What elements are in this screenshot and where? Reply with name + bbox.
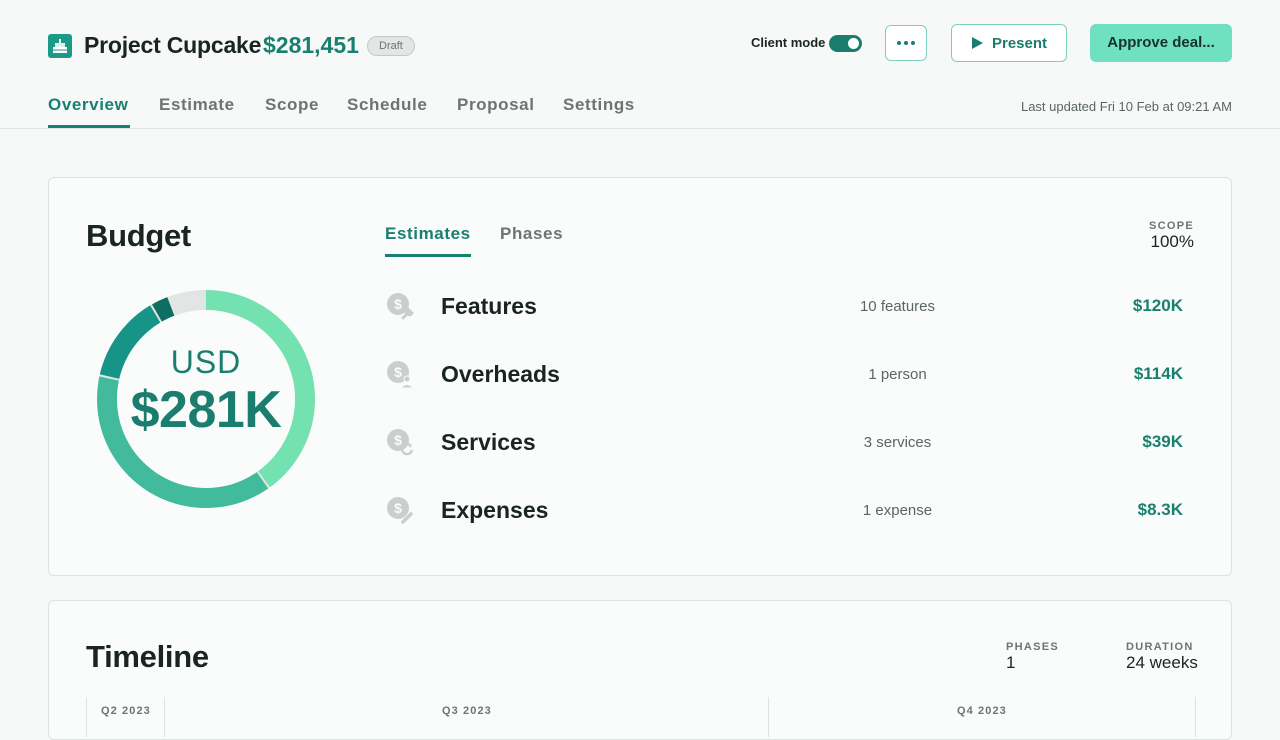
app-header: Project Cupcake $281,451 Draft Client mo… <box>0 0 1280 129</box>
row-name: Overheads <box>441 361 560 387</box>
budget-row-features[interactable]: $ Features 10 features $120K <box>385 288 1185 328</box>
budget-row-services[interactable]: $ Services 3 services $39K <box>385 424 1185 464</box>
row-count: 1 person <box>868 366 927 383</box>
more-dots-icon <box>897 41 901 45</box>
quarter-divider <box>1195 697 1196 737</box>
row-name: Features <box>441 293 537 319</box>
tab-scope[interactable]: Scope <box>265 95 319 115</box>
dollar-refresh-icon: $ <box>387 429 414 456</box>
timeline-title: Timeline <box>86 639 209 674</box>
client-mode-label: Client mode <box>751 35 826 50</box>
project-title: Project Cupcake <box>84 32 262 58</box>
quarter-divider <box>164 697 165 737</box>
row-name: Expenses <box>441 497 549 523</box>
subtab-phases[interactable]: Phases <box>500 224 563 244</box>
budget-title: Budget <box>86 218 191 253</box>
subtab-indicator <box>385 254 471 257</box>
dollar-person-icon: $ <box>387 361 415 389</box>
scope-value: 100% <box>1150 232 1194 251</box>
quarter-label: Q4 2023 <box>957 705 1007 717</box>
quarter-label: Q2 2023 <box>101 705 151 717</box>
dollar-pencil-icon: $ <box>387 497 413 524</box>
subtab-estimates[interactable]: Estimates <box>385 224 471 244</box>
donut-total: $281K <box>130 381 282 439</box>
last-updated-text: Last updated Fri 10 Feb at 09:21 AM <box>1020 99 1232 114</box>
svg-text:$: $ <box>394 432 402 448</box>
duration-label: DURATION <box>1126 641 1194 653</box>
more-options-button[interactable] <box>885 25 927 61</box>
row-count: 1 expense <box>862 502 933 519</box>
project-amount: $281,451 <box>263 32 359 58</box>
donut-currency: USD <box>170 344 242 380</box>
phases-value: 1 <box>1006 653 1016 672</box>
present-button[interactable]: Present <box>951 24 1067 62</box>
tab-settings[interactable]: Settings <box>563 95 635 115</box>
scope-label: SCOPE <box>1148 220 1194 232</box>
client-mode-toggle[interactable] <box>829 35 862 52</box>
quarter-label: Q3 2023 <box>442 705 492 717</box>
present-label: Present <box>991 34 1048 52</box>
cake-logo-icon <box>48 34 72 58</box>
timeline-card: Timeline PHASES 1 DURATION 24 weeks Q2 2… <box>48 600 1232 740</box>
duration-value: 24 weeks <box>1126 653 1198 672</box>
toggle-knob <box>848 38 859 49</box>
row-value: $120K <box>1132 296 1183 315</box>
approve-deal-button[interactable]: Approve deal... <box>1090 24 1232 62</box>
budget-card: Budget USD $281K Estimates Phases SCOPE … <box>48 177 1232 576</box>
tab-schedule[interactable]: Schedule <box>347 95 427 115</box>
status-badge: Draft <box>367 36 415 56</box>
row-value: $8.3K <box>1137 500 1183 519</box>
row-value: $114K <box>1133 364 1183 383</box>
svg-text:$: $ <box>394 500 402 516</box>
row-count: 3 services <box>863 434 932 451</box>
tab-estimate[interactable]: Estimate <box>159 95 235 115</box>
dollar-wrench-icon: $ <box>387 293 414 320</box>
budget-row-expenses[interactable]: $ Expenses 1 expense $8.3K <box>385 492 1185 532</box>
tab-overview[interactable]: Overview <box>48 95 128 115</box>
svg-text:$: $ <box>394 364 402 380</box>
row-count: 10 features <box>859 298 936 315</box>
tab-proposal[interactable]: Proposal <box>457 95 535 115</box>
active-tab-indicator <box>48 125 130 128</box>
timeline-grid: Q2 2023 Q3 2023 Q4 2023 <box>86 697 1196 737</box>
row-value: $39K <box>1142 432 1183 451</box>
play-icon <box>971 37 983 49</box>
phases-label: PHASES <box>1006 641 1060 653</box>
quarter-divider <box>768 697 769 737</box>
budget-row-overheads[interactable]: $ Overheads 1 person $114K <box>385 356 1185 396</box>
row-name: Services <box>441 429 536 455</box>
svg-text:$: $ <box>394 296 402 312</box>
